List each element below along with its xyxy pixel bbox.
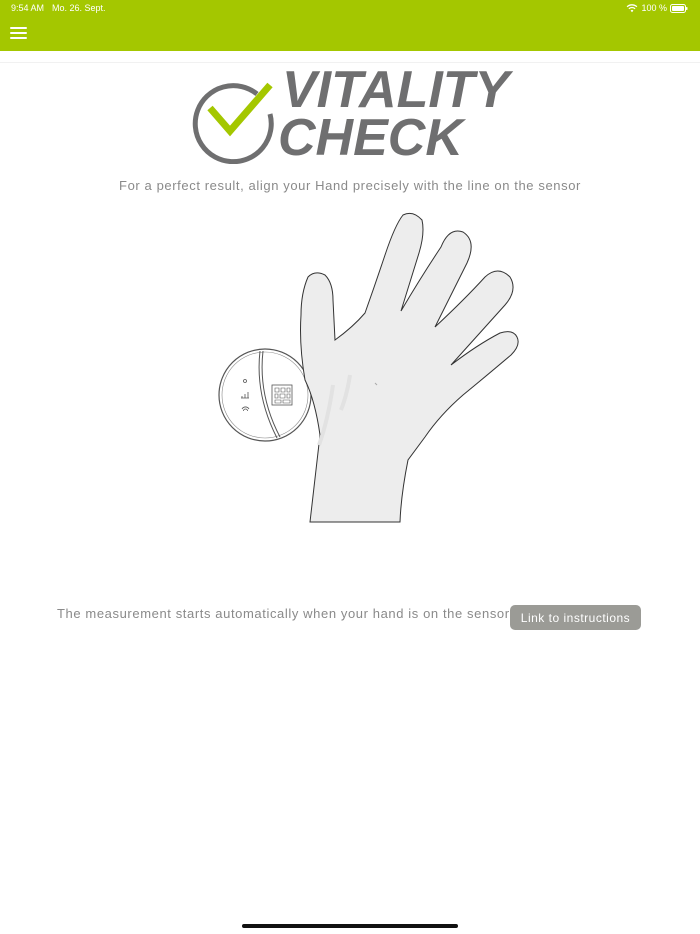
link-to-instructions-button[interactable]: Link to instructions xyxy=(510,605,641,630)
alignment-instruction: For a perfect result, align your Hand pr… xyxy=(119,178,581,193)
hand-on-sensor-illustration xyxy=(215,205,525,530)
top-bar: 9:54 AM Mo. 26. Sept. 100 % xyxy=(0,0,700,51)
battery-icon xyxy=(670,3,688,13)
sensor-device-icon xyxy=(218,348,312,442)
status-time: 9:54 AM xyxy=(11,3,45,13)
hand-icon xyxy=(300,212,519,523)
home-indicator[interactable] xyxy=(242,924,458,928)
battery-percentage: 100 % xyxy=(641,3,667,13)
logo-text-check: CHECK xyxy=(278,109,463,167)
checkmark-logo-icon xyxy=(192,82,274,164)
hamburger-menu-icon[interactable] xyxy=(8,24,30,42)
wifi-icon xyxy=(627,4,638,13)
status-indicators: 100 % xyxy=(626,2,688,14)
measurement-info-text: The measurement starts automatically whe… xyxy=(57,606,514,621)
status-date: Mo. 26. Sept. xyxy=(52,3,106,13)
vitality-check-logo: VITALITY CHECK xyxy=(190,64,510,164)
